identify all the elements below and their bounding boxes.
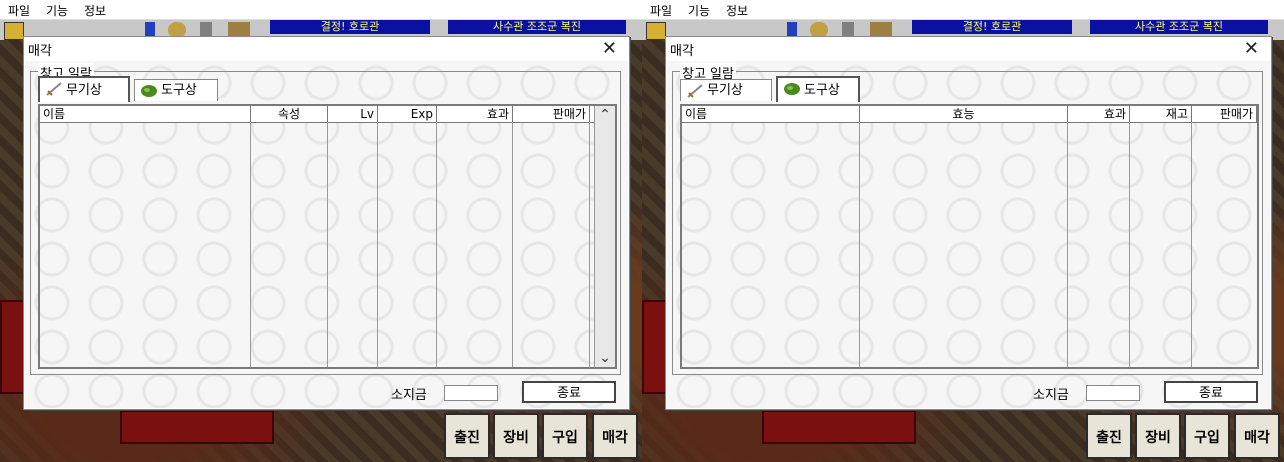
red-table <box>120 410 274 444</box>
col-effect[interactable]: 효과 <box>1068 106 1130 122</box>
col-efficacy[interactable]: 효능 <box>860 106 1068 122</box>
close-icon[interactable]: ✕ <box>1244 38 1259 59</box>
column-divider <box>1129 122 1130 367</box>
buy-button[interactable]: 구입 <box>1184 413 1230 459</box>
chevron-down-icon[interactable]: ⌄ <box>595 349 615 367</box>
column-divider <box>512 122 513 367</box>
buy-button[interactable]: 구입 <box>542 413 588 459</box>
sword-icon <box>687 84 703 98</box>
menu-file[interactable]: 파일 <box>8 2 30 19</box>
herb-icon <box>784 83 800 95</box>
tab-weapon[interactable]: 무기상 <box>38 76 130 102</box>
column-divider <box>250 122 251 367</box>
column-divider <box>859 122 860 367</box>
column-divider <box>589 122 590 367</box>
col-stock[interactable]: 재고 <box>1130 106 1192 122</box>
stage-label: 결정! 호로관 <box>912 20 1072 34</box>
castle-icon[interactable] <box>4 22 24 40</box>
menu-info[interactable]: 정보 <box>84 2 106 19</box>
menu-function[interactable]: 기능 <box>46 2 68 19</box>
tab-item[interactable]: 도구상 <box>776 76 860 102</box>
chevron-up-icon[interactable]: ⌃ <box>595 106 615 124</box>
col-price[interactable]: 판매가 <box>513 106 590 122</box>
column-divider <box>436 122 437 367</box>
tab-weapon[interactable]: 무기상 <box>680 79 772 101</box>
item-list[interactable]: 이름 속성 Lv Exp 효과 판매가 ⌃ ⌄ <box>38 104 617 369</box>
list-header: 이름 효능 효과 재고 판매가 <box>682 106 1257 123</box>
gold-label: 소지금 <box>391 388 427 403</box>
tab-item[interactable]: 도구상 <box>134 79 218 101</box>
dialog-title: 매각 <box>670 44 694 59</box>
sword-icon <box>46 82 62 96</box>
red-table <box>762 410 916 444</box>
column-divider <box>377 122 378 367</box>
col-level[interactable]: Lv <box>328 106 378 122</box>
list-scrollbar[interactable]: ⌃ ⌄ <box>594 106 615 367</box>
col-effect[interactable]: 효과 <box>437 106 513 122</box>
gold-value <box>444 385 498 401</box>
equip-button[interactable]: 장비 <box>1135 413 1181 459</box>
menu-bar: 파일 기능 정보 <box>0 0 642 20</box>
sortie-button[interactable]: 출진 <box>444 413 490 459</box>
stage-label: 결정! 호로관 <box>270 20 430 34</box>
menu-file[interactable]: 파일 <box>650 2 672 19</box>
col-name[interactable]: 이름 <box>682 106 860 122</box>
tab-item-label: 도구상 <box>161 83 197 98</box>
sell-button[interactable]: 매각 <box>592 413 638 459</box>
location-label: 사수관 조조군 복진 <box>1090 20 1268 34</box>
tab-item-label: 도구상 <box>804 83 840 98</box>
sell-button[interactable]: 매각 <box>1234 413 1280 459</box>
col-price[interactable]: 판매가 <box>1192 106 1257 122</box>
sell-dialog: 매각 ✕ 창고 일람 무기상 도구상 이름 속성 Lv Exp 효과 판매가 ⌃… <box>23 36 630 410</box>
col-exp[interactable]: Exp <box>378 106 437 122</box>
column-divider <box>327 122 328 367</box>
tab-weapon-label: 무기상 <box>66 83 102 98</box>
gold-value <box>1086 385 1140 401</box>
menu-bar: 파일 기능 정보 <box>642 0 1284 20</box>
close-button[interactable]: 종료 <box>1164 381 1258 403</box>
close-button[interactable]: 종료 <box>522 381 616 403</box>
item-list[interactable]: 이름 효능 효과 재고 판매가 <box>680 104 1259 369</box>
herb-icon <box>141 85 157 97</box>
col-name[interactable]: 이름 <box>40 106 251 122</box>
list-header: 이름 속성 Lv Exp 효과 판매가 <box>40 106 615 123</box>
dialog-title: 매각 <box>28 44 52 59</box>
screen-weapon-sell: 파일 기능 정보 결정! 호로관 사수관 조조군 복진 매각 ✕ 창고 일람 무… <box>0 0 642 462</box>
col-attribute[interactable]: 속성 <box>251 106 328 122</box>
menu-info[interactable]: 정보 <box>726 2 748 19</box>
sell-dialog: 매각 ✕ 창고 일람 무기상 도구상 이름 효능 효과 재고 판매가 소지금 종… <box>665 36 1272 410</box>
sortie-button[interactable]: 출진 <box>1086 413 1132 459</box>
castle-icon[interactable] <box>646 22 666 40</box>
gold-label: 소지금 <box>1033 388 1069 403</box>
tab-weapon-label: 무기상 <box>707 83 743 98</box>
location-label: 사수관 조조군 복진 <box>448 20 626 34</box>
column-divider <box>1191 122 1192 367</box>
equip-button[interactable]: 장비 <box>493 413 539 459</box>
close-icon[interactable]: ✕ <box>602 38 617 59</box>
screen-item-sell: 파일 기능 정보 결정! 호로관 사수관 조조군 복진 매각 ✕ 창고 일람 무… <box>642 0 1284 462</box>
column-divider <box>1067 122 1068 367</box>
menu-function[interactable]: 기능 <box>688 2 710 19</box>
